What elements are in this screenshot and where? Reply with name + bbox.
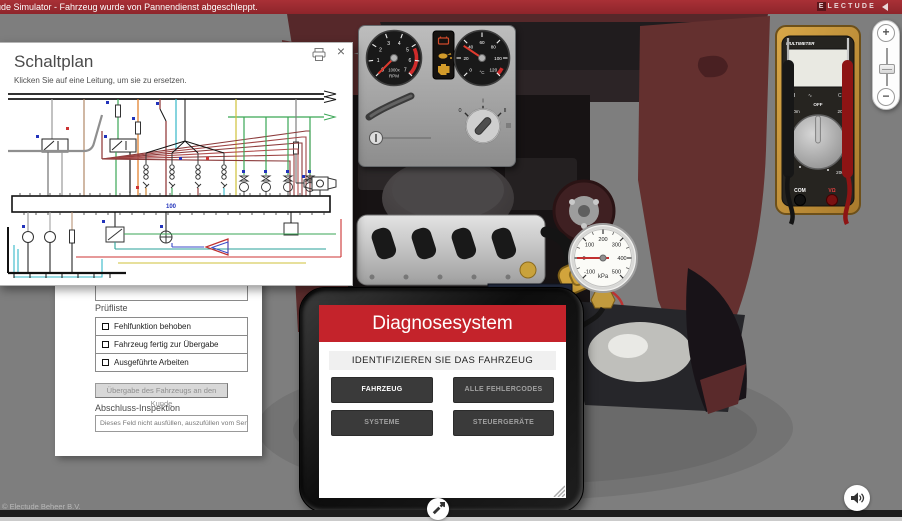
light-switch-slider[interactable] [370,132,432,145]
vohm-jack [827,195,838,206]
svg-text:1: 1 [377,58,380,64]
multimeter-lcd [787,49,849,87]
tablet-prompt: IDENTIFIZIEREN SIE DAS FAHRZEUG [329,351,556,370]
zoom-in-button[interactable]: + [877,24,895,42]
ignition-switch[interactable]: 0 I II [458,99,511,144]
svg-text:300: 300 [612,243,621,249]
rpm-unit: RPM [389,74,399,79]
audio-button[interactable] [844,485,870,511]
svg-text:0: 0 [469,67,472,72]
svg-text:5: 5 [406,48,409,54]
print-icon[interactable] [312,48,326,61]
svg-text:500: 500 [612,269,621,275]
footer-bar [0,510,902,517]
rpm-multiplier: 1000x [388,68,400,73]
brand-arrow-icon[interactable] [882,3,888,11]
vohm-jack-label: VΩ [828,188,835,194]
svg-text:2: 2 [379,48,382,54]
schaltplan-window: Schaltplan Klicken Sie auf eine Leitung,… [0,42,353,286]
window-title: Schaltplan [14,52,93,72]
svg-text:80: 80 [491,45,497,50]
speaker-icon [849,490,865,506]
pressure-unit: kPa [598,274,609,280]
electude-simulator-root: { "top_bar": { "title": "Electude Simula… [0,0,902,521]
svg-text:∿: ∿ [808,93,812,99]
copyright-text: © Electude Beheer B.V. [2,502,81,511]
footer-strip [0,517,902,521]
svg-text:II: II [503,108,507,114]
checklist-title: Prüfliste [95,303,128,313]
instrument-cluster: 0 1 2 3 4 5 6 7 1000x RPM [358,25,516,167]
tablet-title: Diagnosesystem [319,305,566,342]
multimeter-brand: MULTIMETER [786,41,815,46]
svg-text:-100: -100 [584,269,595,275]
tablet-screen: Diagnosesystem IDENTIFIZIEREN SIE DAS FA… [319,305,566,498]
brass-fitting [591,292,615,308]
svg-text:I: I [482,99,484,105]
rpm-gauge: 0 1 2 3 4 5 6 7 1000x RPM [367,31,422,86]
svg-text:60: 60 [479,40,485,45]
wiring-diagram[interactable]: 100 [6,87,346,283]
injector-symbols [240,117,315,196]
multimeter: MULTIMETER ∿ CE 200m OFF 20M 200 COM VΩ [770,24,866,226]
logo-e-box: E [817,2,826,11]
warning-light-cluster [433,31,454,79]
logo-text: LECTUDE [828,3,876,10]
com-jack-label: COM [794,188,806,194]
temp-unit: °C [479,70,485,75]
resize-grip-icon[interactable] [551,483,565,497]
zoom-out-button[interactable]: − [877,88,895,106]
identify-vehicle-button[interactable]: FAHRZEUG IDENTIFIZIEREN [331,377,433,403]
multimeter-dial[interactable] [791,115,845,169]
checklist-row[interactable]: Fehlfunktion behoben [95,317,248,336]
all-fault-codes-button[interactable]: ALLE FEHLERCODES [453,377,554,403]
svg-text:OFF: OFF [813,102,822,107]
inspection-title: Abschluss-Inspektion [95,403,180,413]
svg-text:4: 4 [398,41,401,47]
window-subtitle: Klicken Sie auf eine Leitung, um sie zu … [14,76,187,85]
ecu-label: 100 [166,204,177,210]
svg-text:200: 200 [598,237,607,243]
svg-text:3: 3 [387,41,390,47]
top-status-bar: Electude Simulator - Fahrzeug wurde von … [0,0,902,14]
electude-logo: E LECTUDE [817,2,888,11]
svg-text:6: 6 [409,58,412,64]
svg-text:100: 100 [494,56,502,61]
svg-text:400: 400 [617,256,626,262]
diagnose-tablet: Diagnosesystem IDENTIFIZIEREN SIE DAS FA… [299,287,584,513]
svg-text:0: 0 [458,108,461,114]
ecu-connector: 100 [12,193,330,215]
checkbox-fehlfunktion[interactable] [102,323,109,330]
handover-button[interactable]: Übergabe des Fahrzeugs an den Kunde [95,383,228,398]
checkbox-uebergabe[interactable] [102,341,109,348]
temperature-gauge: 0 20 40 60 80 100 120 °C [455,31,510,86]
control-stalk[interactable] [369,96,411,117]
wrench-icon [431,502,445,516]
zoom-slider-handle[interactable] [879,64,895,74]
systems-button[interactable]: SYSTEME [331,410,433,436]
control-units-button[interactable]: STEUERGERÄTE [453,410,554,436]
close-icon[interactable]: × [337,44,345,58]
checkbox-arbeiten[interactable] [102,359,109,366]
svg-text:7: 7 [404,67,407,73]
dial-pointer [816,116,821,143]
ignition-indicator [506,123,511,128]
oil-cap [520,262,536,278]
checklist-row[interactable]: Ausgeführte Arbeiten [95,353,248,372]
checklist-row[interactable]: Fahrzeug fertig zur Übergabe [95,335,248,354]
svg-text:20: 20 [463,56,469,61]
svg-text:100: 100 [585,243,594,249]
tools-button[interactable] [427,498,449,520]
inspection-input[interactable]: Dieses Feld nicht ausfüllen, auszufüllen… [95,415,248,432]
status-message: Electude Simulator - Fahrzeug wurde von … [0,0,258,14]
com-jack [795,195,806,206]
zoom-control: + − [872,20,900,110]
svg-text:120: 120 [489,67,497,72]
